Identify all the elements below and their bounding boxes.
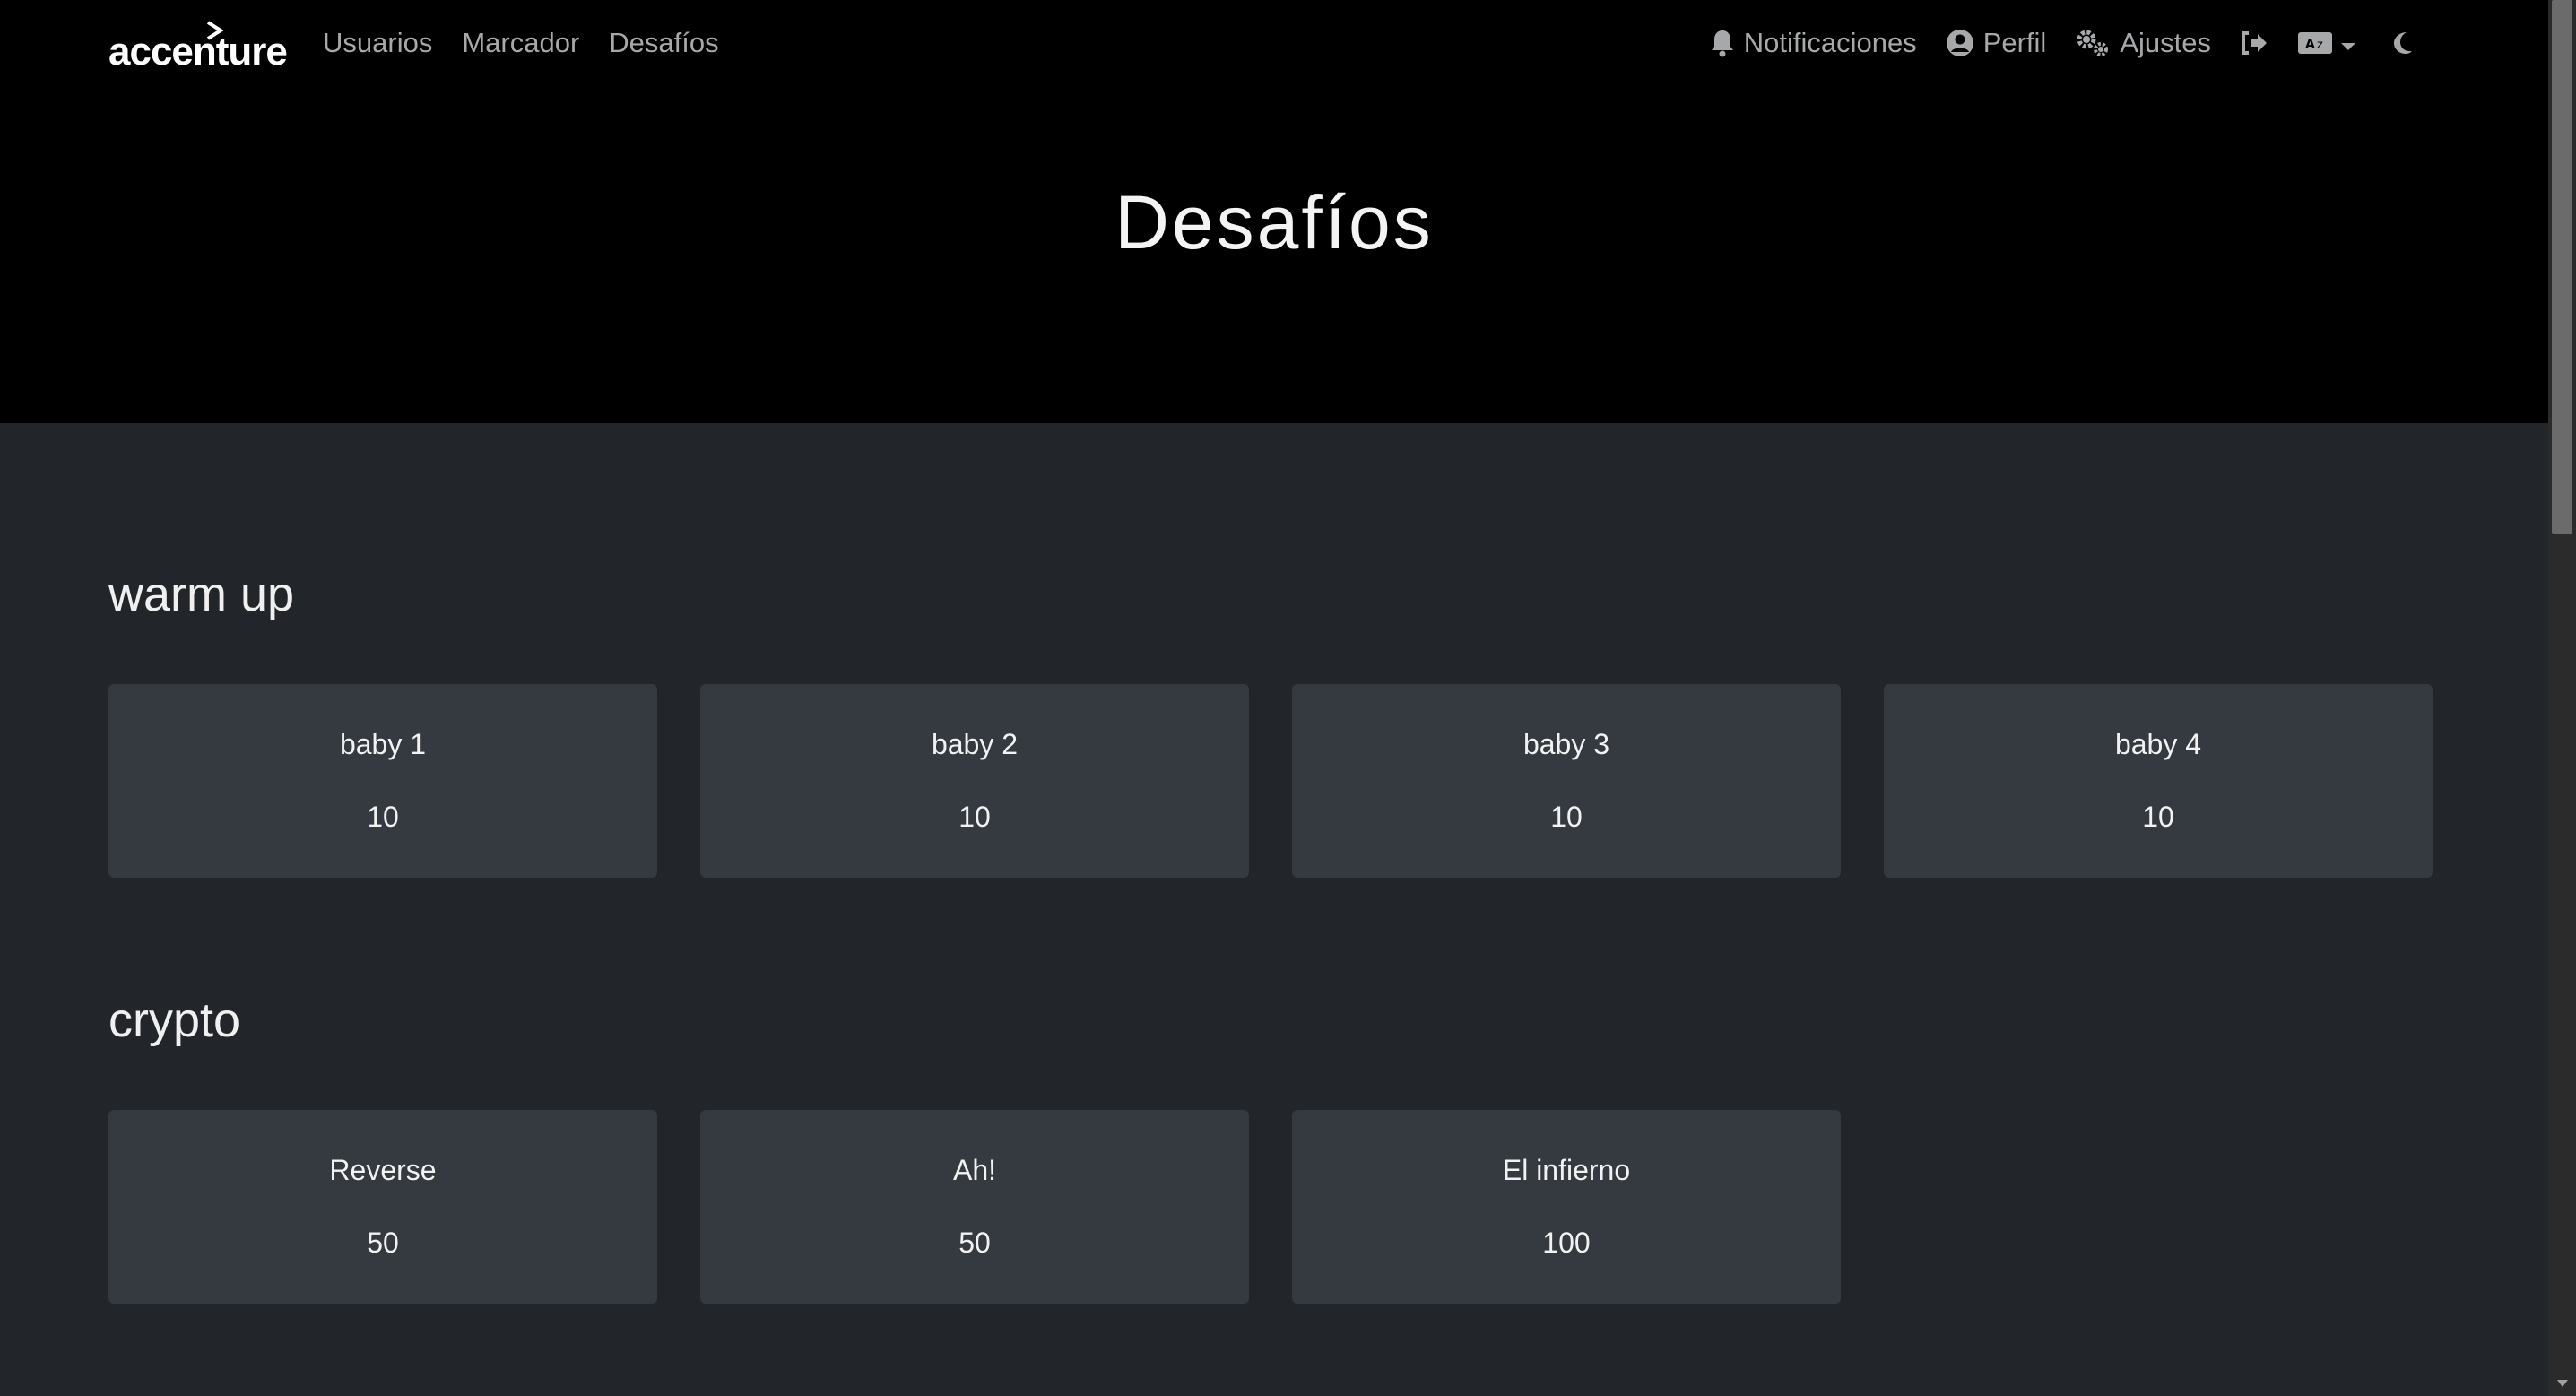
challenge-name: baby 3 bbox=[1522, 728, 1610, 760]
page-header: Desafíos bbox=[0, 86, 2548, 423]
category-cards-warm-up: baby 1 10 baby 2 10 baby 3 10 baby 4 10 bbox=[108, 684, 2433, 878]
challenge-name: baby 4 bbox=[2114, 728, 2202, 760]
challenge-points: 10 bbox=[1550, 801, 1583, 833]
scroll-down-arrow-icon[interactable] bbox=[2548, 1371, 2576, 1396]
page-title: Desafíos bbox=[1115, 179, 1434, 264]
settings-label: Ajustes bbox=[2120, 27, 2211, 58]
category-title-crypto: crypto bbox=[108, 993, 241, 1047]
challenge-card[interactable]: Reverse 50 bbox=[108, 1110, 657, 1304]
svg-text:z: z bbox=[2317, 39, 2323, 52]
language-icon: Az bbox=[2297, 30, 2333, 56]
challenge-card[interactable]: baby 3 10 bbox=[1292, 684, 1841, 878]
challenge-name: Ah! bbox=[952, 1154, 997, 1186]
challenge-card[interactable]: Ah! 50 bbox=[700, 1110, 1249, 1304]
challenge-points: 10 bbox=[2142, 801, 2174, 833]
brand-logo[interactable]: accenture bbox=[108, 18, 288, 75]
challenge-card[interactable]: baby 1 10 bbox=[108, 684, 657, 878]
nav-link-usuarios[interactable]: Usuarios bbox=[323, 27, 432, 59]
nav-left: Usuarios Marcador Desafíos bbox=[323, 0, 749, 86]
scrollbar-thumb[interactable] bbox=[2552, 0, 2572, 534]
nav-right: Notificaciones Perfil Ajustes A z bbox=[1710, 0, 2414, 86]
navbar: accenture Usuarios Marcador Desafíos Not… bbox=[0, 0, 2548, 86]
logout-button[interactable] bbox=[2240, 30, 2268, 56]
challenge-name: Reverse bbox=[329, 1154, 437, 1186]
challenge-name: baby 1 bbox=[339, 728, 427, 760]
challenge-name: baby 2 bbox=[931, 728, 1019, 760]
category-cards-crypto: Reverse 50 Ah! 50 El infierno 100 bbox=[108, 1110, 1884, 1304]
notifications-label: Notificaciones bbox=[1743, 27, 1917, 58]
challenge-name: El infierno bbox=[1502, 1154, 1631, 1186]
challenge-points: 100 bbox=[1542, 1227, 1591, 1259]
svg-text:A: A bbox=[2305, 38, 2315, 52]
chevron-down-icon bbox=[2340, 27, 2356, 59]
nav-link-settings[interactable]: Ajustes bbox=[2075, 27, 2211, 59]
challenge-points: 50 bbox=[958, 1227, 991, 1259]
scrollbar[interactable] bbox=[2548, 0, 2576, 1396]
category-title-warm-up: warm up bbox=[108, 568, 295, 621]
cogs-icon bbox=[2075, 29, 2111, 57]
brand-name: accenture bbox=[108, 30, 288, 74]
challenge-card[interactable]: El infierno 100 bbox=[1292, 1110, 1841, 1304]
user-circle-icon bbox=[1946, 29, 1974, 57]
moon-icon bbox=[2390, 30, 2414, 56]
challenge-points: 50 bbox=[367, 1227, 399, 1259]
nav-link-notifications[interactable]: Notificaciones bbox=[1710, 27, 1917, 59]
nav-link-profile[interactable]: Perfil bbox=[1946, 27, 2047, 59]
theme-toggle[interactable] bbox=[2390, 30, 2414, 56]
challenge-points: 10 bbox=[367, 801, 399, 833]
challenge-points: 10 bbox=[958, 801, 991, 833]
sign-out-icon bbox=[2240, 30, 2268, 56]
challenge-card[interactable]: baby 4 10 bbox=[1884, 684, 2433, 878]
nav-link-marcador[interactable]: Marcador bbox=[462, 27, 579, 59]
profile-label: Perfil bbox=[1982, 27, 2047, 58]
challenge-card[interactable]: baby 2 10 bbox=[700, 684, 1249, 878]
language-dropdown[interactable]: Az bbox=[2297, 27, 2356, 59]
nav-link-desafios[interactable]: Desafíos bbox=[609, 27, 718, 59]
bell-icon bbox=[1710, 29, 1735, 57]
